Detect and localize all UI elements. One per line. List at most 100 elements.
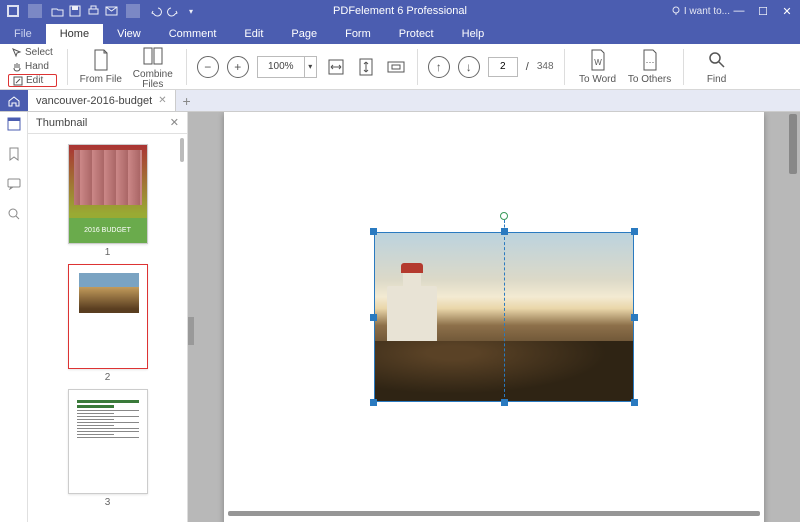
zoom-group: − + 100% ▾ <box>197 56 407 78</box>
find-button[interactable]: Find <box>694 48 740 85</box>
separator <box>564 49 565 85</box>
email-icon[interactable] <box>104 4 118 18</box>
next-page-button[interactable]: ↓ <box>458 56 480 78</box>
prev-page-button[interactable]: ↑ <box>428 56 450 78</box>
page-separator: / <box>526 61 529 73</box>
thumbnails-icon[interactable] <box>6 116 22 132</box>
resize-handle-tl[interactable] <box>370 228 377 235</box>
hand-mode[interactable]: Hand <box>8 60 57 73</box>
document-tab-label: vancouver-2016-budget <box>36 95 152 107</box>
select-label: Select <box>25 47 53 58</box>
zoom-level[interactable]: 100% <box>257 56 305 78</box>
menu-help[interactable]: Help <box>448 24 499 44</box>
main-area: Thumbnail ✕ 2016 BUDGET 1 2 3 <box>0 112 800 522</box>
menu-file[interactable]: File <box>0 24 46 44</box>
window-controls: — ☐ ✕ <box>732 5 794 18</box>
mode-group: Select Hand Edit <box>8 46 57 87</box>
i-want-to-label: I want to... <box>684 6 730 17</box>
edit-icon <box>13 76 23 86</box>
redo-icon[interactable] <box>166 4 180 18</box>
undo-icon[interactable] <box>148 4 162 18</box>
resize-handle-tr[interactable] <box>631 228 638 235</box>
thumbnail-page-1[interactable]: 2016 BUDGET 1 <box>68 144 148 258</box>
separator <box>417 49 418 85</box>
from-file-icon <box>89 48 113 72</box>
close-tab-icon[interactable]: ✕ <box>158 95 166 106</box>
new-tab-button[interactable]: + <box>176 90 198 111</box>
scrollbar-thumb[interactable] <box>180 138 184 162</box>
ribbon-home: Select Hand Edit From File Combine Files… <box>0 44 800 90</box>
comments-icon[interactable] <box>6 176 22 192</box>
cursor-icon <box>12 48 22 58</box>
scrollbar-thumb[interactable] <box>789 114 797 174</box>
resize-handle-bm[interactable] <box>501 399 508 406</box>
resize-handle-bl[interactable] <box>370 399 377 406</box>
menu-home[interactable]: Home <box>46 24 103 44</box>
from-file-label: From File <box>80 74 122 85</box>
rotate-handle[interactable] <box>500 212 508 220</box>
thumbnail-list[interactable]: 2016 BUDGET 1 2 3 <box>28 134 187 522</box>
vertical-scrollbar[interactable] <box>788 112 798 522</box>
menu-form[interactable]: Form <box>331 24 385 44</box>
thumb1-band: 2016 BUDGET <box>69 218 147 243</box>
minimize-button[interactable]: — <box>732 5 746 17</box>
separator <box>186 49 187 85</box>
menu-page[interactable]: Page <box>277 24 331 44</box>
fit-page-button[interactable] <box>355 56 377 78</box>
quick-access-toolbar: ▾ <box>0 4 198 18</box>
search-icon[interactable] <box>6 206 22 222</box>
to-others-button[interactable]: ⋯ To Others <box>627 48 673 85</box>
close-panel-icon[interactable]: ✕ <box>170 116 179 129</box>
menu-bar: File Home View Comment Edit Page Form Pr… <box>0 22 800 44</box>
home-tab-icon[interactable] <box>0 90 28 111</box>
vertical-guide <box>504 232 505 402</box>
page-view[interactable] <box>224 112 764 522</box>
i-want-to[interactable]: I want to... <box>671 6 730 17</box>
menu-protect[interactable]: Protect <box>385 24 448 44</box>
thumbnail-page-3[interactable]: 3 <box>68 389 148 508</box>
actual-size-button[interactable] <box>385 56 407 78</box>
thumbnail-page-2[interactable]: 2 <box>68 264 148 383</box>
hand-label: Hand <box>25 61 49 72</box>
resize-handle-ml[interactable] <box>370 314 377 321</box>
edit-label: Edit <box>26 75 43 86</box>
to-word-label: To Word <box>579 74 616 85</box>
combine-files-button[interactable]: Combine Files <box>130 44 176 90</box>
document-tab[interactable]: vancouver-2016-budget ✕ <box>28 90 176 111</box>
separator <box>67 49 68 85</box>
maximize-button[interactable]: ☐ <box>756 5 770 18</box>
print-icon[interactable] <box>86 4 100 18</box>
thumb-label: 2 <box>105 372 111 383</box>
menu-view[interactable]: View <box>103 24 155 44</box>
page-nav-group: ↑ ↓ / 348 <box>428 56 554 78</box>
to-word-icon: W <box>586 48 610 72</box>
thumbnail-header: Thumbnail ✕ <box>28 112 187 134</box>
edit-mode[interactable]: Edit <box>8 74 57 87</box>
resize-handle-br[interactable] <box>631 399 638 406</box>
close-button[interactable]: ✕ <box>780 5 794 18</box>
combine-files-icon <box>141 44 165 68</box>
page-number-input[interactable] <box>488 57 518 77</box>
to-word-button[interactable]: W To Word <box>575 48 621 85</box>
from-file-button[interactable]: From File <box>78 48 124 85</box>
selected-image[interactable] <box>374 232 634 402</box>
zoom-dropdown[interactable]: ▾ <box>305 56 317 78</box>
document-canvas[interactable] <box>188 112 800 522</box>
open-icon[interactable] <box>50 4 64 18</box>
fit-width-button[interactable] <box>325 56 347 78</box>
dropdown-icon[interactable]: ▾ <box>184 4 198 18</box>
menu-edit[interactable]: Edit <box>230 24 277 44</box>
save-icon[interactable] <box>68 4 82 18</box>
menu-comment[interactable]: Comment <box>155 24 231 44</box>
separator <box>28 4 42 18</box>
bookmarks-icon[interactable] <box>6 146 22 162</box>
title-bar: ▾ PDFelement 6 Professional I want to...… <box>0 0 800 22</box>
panel-collapse-handle[interactable] <box>188 317 194 345</box>
page-total: 348 <box>537 61 554 72</box>
zoom-out-button[interactable]: − <box>197 56 219 78</box>
resize-handle-mr[interactable] <box>631 314 638 321</box>
resize-handle-tm[interactable] <box>501 228 508 235</box>
horizontal-scrollbar[interactable] <box>228 511 760 516</box>
zoom-in-button[interactable]: + <box>227 56 249 78</box>
select-mode[interactable]: Select <box>8 46 57 59</box>
